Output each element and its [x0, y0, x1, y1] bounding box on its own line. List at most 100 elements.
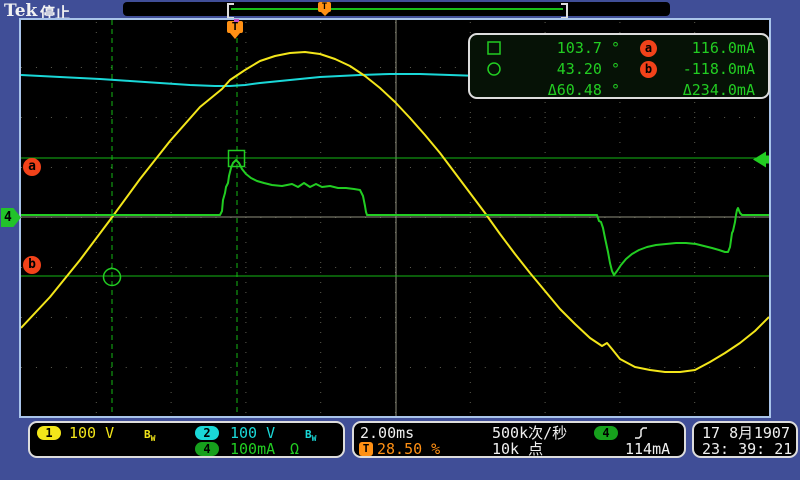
grid-dot: [679, 317, 680, 318]
grid-dot: [245, 182, 246, 183]
grid-dot: [171, 132, 172, 133]
grid-dot: [604, 267, 605, 268]
grid-dot: [156, 317, 157, 318]
grid-dot: [320, 242, 321, 243]
window-bracket-left[interactable]: [227, 3, 234, 19]
grid-dot: [126, 167, 127, 168]
trigger-position-marker[interactable]: T: [227, 21, 243, 33]
grid-dot: [500, 267, 501, 268]
grid-dot: [619, 382, 620, 383]
grid-dot: [320, 67, 321, 68]
grid-dot: [560, 367, 561, 368]
grid-dot: [245, 332, 246, 333]
grid-dot: [619, 362, 620, 363]
grid-dot: [305, 167, 306, 168]
grid-dot: [245, 367, 246, 368]
grid-dot: [245, 62, 246, 63]
grid-dot: [335, 167, 336, 168]
grid-dot: [320, 112, 321, 113]
grid-dot: [156, 117, 157, 118]
grid-dot: [320, 362, 321, 363]
grid-dot: [619, 192, 620, 193]
grid-dot: [171, 362, 172, 363]
grid-dot: [545, 182, 546, 183]
grid-dot: [126, 117, 127, 118]
grid-dot: [215, 67, 216, 68]
grid-dot: [649, 167, 650, 168]
grid-dot: [694, 192, 695, 193]
grid-dot: [560, 167, 561, 168]
grid-dot: [604, 117, 605, 118]
grid-dot: [350, 117, 351, 118]
grid-dot: [320, 302, 321, 303]
grid-dot: [694, 382, 695, 383]
grid-dot: [245, 42, 246, 43]
grid-dot: [440, 117, 441, 118]
grid-dot: [320, 182, 321, 183]
grid-dot: [545, 372, 546, 373]
ch2-badge: 2: [195, 426, 219, 440]
grid-dot: [230, 267, 231, 268]
grid-dot: [619, 182, 620, 183]
grid-dot: [275, 267, 276, 268]
datetime-box: 17 8月 1907 23: 39: 21: [692, 421, 798, 458]
channel4-position-marker[interactable]: 4: [1, 208, 21, 227]
grid-dot: [245, 262, 246, 263]
grid-dot: [380, 367, 381, 368]
grid-dot: [245, 167, 246, 168]
grid-dot: [634, 117, 635, 118]
grid-dot: [96, 72, 97, 73]
record-view-bar[interactable]: T: [123, 2, 670, 16]
grid-dot: [694, 162, 695, 163]
cursor-b-marker[interactable]: b: [23, 256, 41, 274]
grid-dot: [320, 132, 321, 133]
grid-dot: [141, 67, 142, 68]
grid-dot: [619, 262, 620, 263]
grid-dot: [470, 342, 471, 343]
grid-dot: [96, 272, 97, 273]
grid-dot: [81, 317, 82, 318]
grid-dot: [320, 312, 321, 313]
grid-dot: [171, 32, 172, 33]
trigger-level-arrow[interactable]: [753, 152, 766, 168]
grid-dot: [694, 282, 695, 283]
oscilloscope-screen: Tek 停止 T T a b 4 103.7 ° a 116.0mA 43.20…: [0, 0, 800, 480]
grid-dot: [619, 342, 620, 343]
grid-dot: [694, 117, 695, 118]
grid-dot: [320, 102, 321, 103]
grid-dot: [171, 62, 172, 63]
grid-dot: [619, 372, 620, 373]
cursor-a-marker[interactable]: a: [23, 158, 41, 176]
grid-dot: [96, 312, 97, 313]
grid-dot: [545, 352, 546, 353]
grid-dot: [619, 282, 620, 283]
grid-dot: [619, 117, 620, 118]
grid-dot: [186, 117, 187, 118]
grid-dot: [141, 367, 142, 368]
grid-dot: [485, 317, 486, 318]
grid-dot: [81, 67, 82, 68]
grid-dot: [560, 267, 561, 268]
grid-dot: [455, 267, 456, 268]
cursor-delta-amplitude: Δ234.0mA: [635, 82, 755, 98]
grid-dot: [171, 152, 172, 153]
grid-dot: [575, 167, 576, 168]
grid-dot: [171, 402, 172, 403]
grid-dot: [365, 67, 366, 68]
grid-dot: [245, 272, 246, 273]
grid-dot: [545, 152, 546, 153]
grid-dot: [186, 267, 187, 268]
grid-dot: [260, 317, 261, 318]
window-bracket-right[interactable]: [561, 3, 568, 19]
grid-dot: [545, 142, 546, 143]
grid-dot: [96, 372, 97, 373]
grid-dot: [350, 367, 351, 368]
grid-dot: [619, 292, 620, 293]
grid-dot: [470, 302, 471, 303]
record-trigger-marker[interactable]: T: [318, 2, 331, 12]
grid-dot: [709, 367, 710, 368]
grid-dot: [679, 117, 680, 118]
grid-dot: [425, 117, 426, 118]
grid-dot: [320, 232, 321, 233]
grid-dot: [245, 352, 246, 353]
